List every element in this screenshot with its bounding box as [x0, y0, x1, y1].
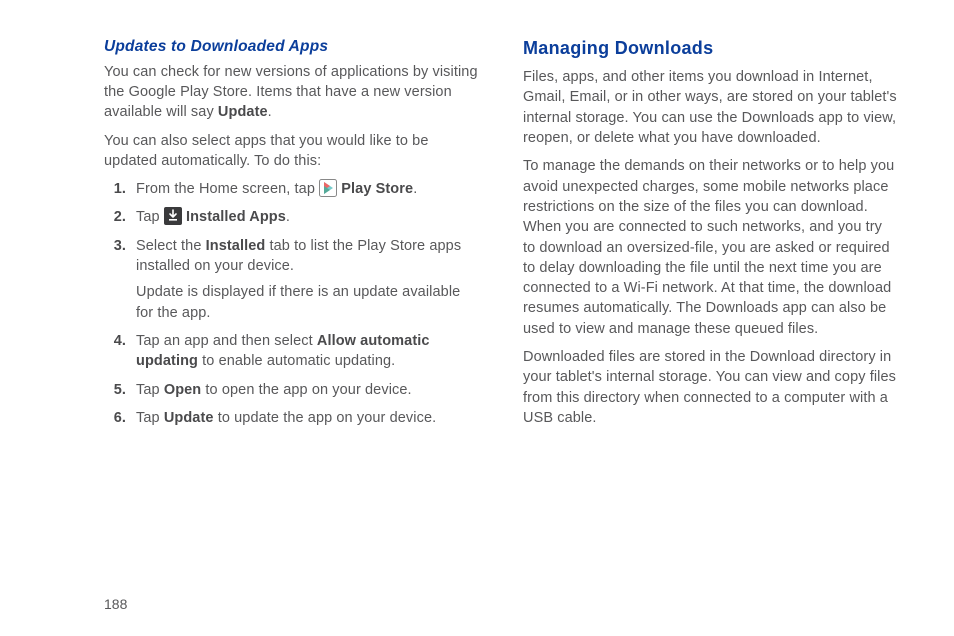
text: Tap: [136, 382, 164, 398]
paragraph: Downloaded files are stored in the Downl…: [523, 347, 898, 428]
step-6: 6. Tap Update to update the app on your …: [104, 408, 479, 428]
text: .: [286, 209, 290, 225]
step-body: Tap Open to open the app on your device.: [136, 380, 479, 400]
text: Select the: [136, 238, 206, 254]
step-4: 4. Tap an app and then select Allow auto…: [104, 331, 479, 372]
text: to enable automatic updating.: [198, 353, 395, 369]
text: .: [413, 181, 417, 197]
steps-list: 1. From the Home screen, tap Play Store.…: [104, 179, 479, 428]
download-icon: [164, 207, 182, 225]
manual-page: Updates to Downloaded Apps You can check…: [0, 0, 954, 636]
bold-word: Update: [164, 410, 214, 426]
text: You can check for new versions of applic…: [104, 64, 478, 121]
bold-word: Installed: [206, 238, 266, 254]
section-heading: Managing Downloads: [523, 36, 898, 61]
step-2: 2. Tap Installed Apps.: [104, 207, 479, 227]
step-number: 5.: [104, 380, 126, 400]
step-body: Tap Update to update the app on your dev…: [136, 408, 479, 428]
bold-word: Installed Apps: [182, 209, 286, 225]
step-number: 4.: [104, 331, 126, 372]
step-number: 3.: [104, 236, 126, 323]
play-store-icon: [319, 179, 337, 197]
text: Tap: [136, 209, 164, 225]
text: Tap an app and then select: [136, 333, 317, 349]
text: to update the app on your device.: [214, 410, 437, 426]
step-note: Update is displayed if there is an updat…: [136, 282, 479, 323]
text: From the Home screen, tap: [136, 181, 319, 197]
intro-paragraph-1: You can check for new versions of applic…: [104, 62, 479, 123]
bold-word: Play Store: [337, 181, 413, 197]
step-number: 1.: [104, 179, 126, 199]
bold-word: Update: [218, 104, 268, 120]
intro-paragraph-2: You can also select apps that you would …: [104, 131, 479, 172]
text: to open the app on your device.: [201, 382, 411, 398]
step-body: Select the Installed tab to list the Pla…: [136, 236, 479, 323]
bold-word: Open: [164, 382, 201, 398]
page-number: 188: [104, 596, 898, 612]
subsection-heading: Updates to Downloaded Apps: [104, 36, 479, 58]
step-5: 5. Tap Open to open the app on your devi…: [104, 380, 479, 400]
right-column: Managing Downloads Files, apps, and othe…: [523, 36, 898, 580]
step-number: 2.: [104, 207, 126, 227]
text: .: [268, 104, 272, 120]
paragraph: Files, apps, and other items you downloa…: [523, 67, 898, 148]
step-3: 3. Select the Installed tab to list the …: [104, 236, 479, 323]
left-column: Updates to Downloaded Apps You can check…: [104, 36, 479, 580]
step-body: Tap Installed Apps.: [136, 207, 479, 227]
step-body: From the Home screen, tap Play Store.: [136, 179, 479, 199]
step-body: Tap an app and then select Allow automat…: [136, 331, 479, 372]
step-number: 6.: [104, 408, 126, 428]
text: Tap: [136, 410, 164, 426]
step-1: 1. From the Home screen, tap Play Store.: [104, 179, 479, 199]
paragraph: To manage the demands on their networks …: [523, 156, 898, 339]
two-column-layout: Updates to Downloaded Apps You can check…: [104, 36, 898, 580]
